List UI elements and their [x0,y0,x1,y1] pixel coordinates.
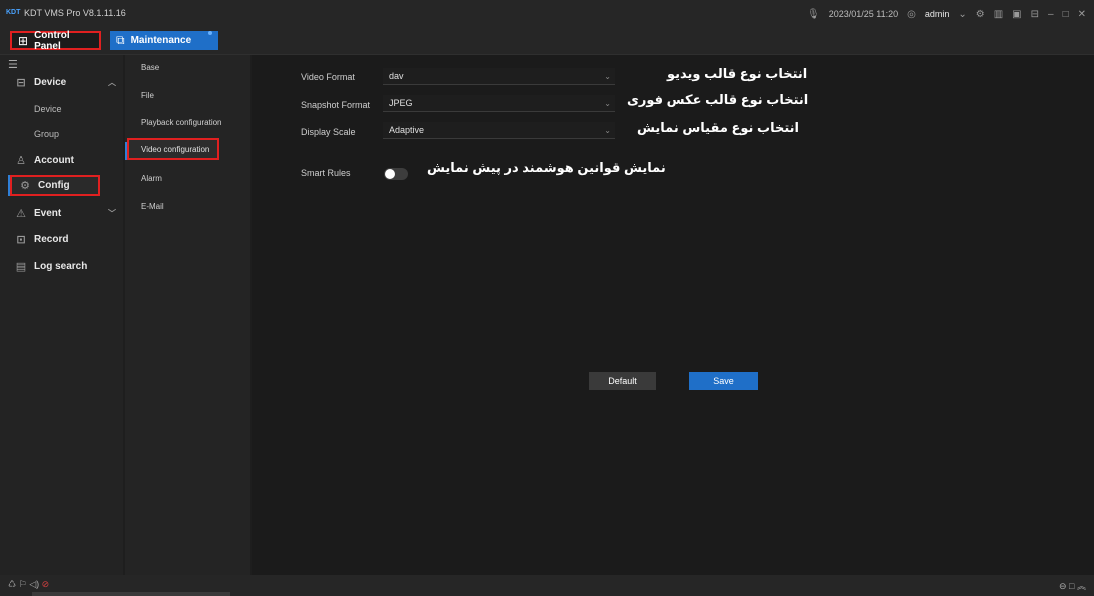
video-format-value: dav [389,71,404,81]
expand-icon[interactable]: ︽ [1077,581,1086,591]
snapshot-format-select[interactable]: JPEG ⌄ [383,95,615,112]
smart-rules-label: Smart Rules [301,168,351,178]
gear-icon: ⚙ [20,180,30,192]
settings-icon[interactable]: ⚙ [976,9,985,20]
smart-rules-toggle[interactable] [384,168,408,180]
toggle-knob [385,169,395,179]
sidebar-item-record-label: Record [34,233,69,245]
sidebar-item-account[interactable]: ♙ Account [8,150,120,170]
chevron-down-icon: ⌄ [604,98,611,108]
chevron-down-icon: ⌄ [604,71,611,81]
speaker-icon[interactable]: ◁) [29,579,39,589]
chart-icon[interactable]: ▥ [994,9,1003,20]
tab-maintenance[interactable]: ⧉ Maintenance [110,31,218,50]
snapshot-format-value: JPEG [389,98,413,108]
display-scale-value: Adaptive [389,125,425,135]
user-name[interactable]: admin [925,9,950,19]
submenu-item-video[interactable]: Video configuration [127,138,219,160]
log-icon: ▤ [15,260,27,273]
maximize-icon[interactable]: □ [1063,9,1069,20]
app-logo: KDT [6,9,21,16]
maintenance-icon: ⧉ [116,33,125,47]
app-title: KDT VMS Pro V8.1.11.16 [24,8,126,18]
recycle-icon[interactable]: ♺ [8,579,16,589]
collapse-menu-icon[interactable]: ☰ [8,58,18,71]
display-scale-label: Display Scale [301,127,356,137]
annotation-smart-rules: نمایش قوانین هوشمند در پیش نمایش [427,160,666,175]
snapshot-format-label: Snapshot Format [301,100,371,110]
account-icon: ♙ [16,154,26,167]
titlebar-controls: 🎙 2023/01/25 11:20 ◎ admin ⌄ ⚙ ▥ ▣ ⊟ – □… [807,5,1086,23]
grid-icon: ⊞ [18,33,29,48]
sidebar-item-group[interactable]: Group [8,124,120,144]
submenu-item-base[interactable]: Base [141,63,159,72]
mute-icon[interactable]: ⊘ [42,579,50,589]
submenu-item-alarm[interactable]: Alarm [141,174,162,183]
notification-dot [208,31,212,35]
tab-control-panel[interactable]: ⊞ Control Panel [10,29,101,52]
title-bar: KDT KDT VMS Pro V8.1.11.16 🎙 2023/01/25 … [0,0,1094,28]
microphone-icon[interactable]: 🎙 [807,9,820,20]
tab-maintenance-label: Maintenance [130,35,192,46]
screen-icon[interactable]: ▣ [1012,9,1021,20]
active-indicator [8,175,10,196]
lock-icon[interactable]: ⊟ [1031,9,1039,20]
record-icon: ⊡ [16,233,26,246]
submenu-item-file[interactable]: File [141,91,154,100]
video-format-select[interactable]: dav ⌄ [383,68,615,85]
submenu-item-playback[interactable]: Playback configuration [141,118,222,127]
sidebar-item-device[interactable]: ⊟ Device ︿ [8,72,120,92]
close-icon[interactable]: ✕ [1078,9,1086,20]
event-icon: ⚠ [16,207,26,220]
chevron-down-icon: ⌄ [604,125,611,135]
annotation-display-scale: انتخاب نوع مقیاس نمایش [637,120,799,135]
default-button[interactable]: Default [589,372,656,390]
tab-bar: ⊞ Control Panel ⧉ Maintenance [0,28,1094,55]
submenu-item-video-label: Video configuration [141,144,210,154]
annotation-video-format: انتخاب نوع قالب ویدیو [667,66,808,81]
sidebar-item-config[interactable]: ⚙ Config [10,175,100,196]
device-icon: ⊟ [16,76,26,89]
footer-right-icons: ⊖ □ ︽ [1059,579,1086,592]
sidebar-item-device-sub[interactable]: Device [8,99,120,119]
sidebar-item-log-search-label: Log search [34,260,88,272]
sidebar-item-device-sub-label: Device [34,104,62,114]
alarm-icon[interactable]: ⚐ [19,579,27,589]
taskbar-strip [32,592,230,596]
footer-left-icons: ♺ ⚐ ◁) ⊘ [8,579,49,590]
tab-control-panel-label: Control Panel [34,29,70,52]
chevron-down-icon[interactable]: ⌄ [958,9,966,20]
sidebar-item-account-label: Account [34,154,74,166]
sidebar-item-config-label: Config [38,180,70,191]
sidebar-item-log-search[interactable]: ▤ Log search [8,256,120,276]
sidebar-item-group-label: Group [34,129,60,139]
sidebar-item-event-label: Event [34,207,62,219]
user-avatar-icon: ◎ [907,8,916,20]
minimize-icon[interactable]: – [1048,9,1054,20]
annotation-snapshot-format: انتخاب نوع قالب عکس فوری [627,92,809,107]
video-format-label: Video Format [301,72,355,82]
submenu-item-email[interactable]: E-Mail [141,202,164,211]
export-icon[interactable]: ⊖ [1059,581,1067,591]
chevron-up-icon: ︿ [108,77,116,87]
chevron-down-icon: ﹀ [108,208,116,218]
sidebar-item-event[interactable]: ⚠ Event ﹀ [8,203,120,223]
display-scale-select[interactable]: Adaptive ⌄ [383,122,615,139]
datetime: 2023/01/25 11:20 [828,9,899,19]
config-submenu [125,55,250,575]
sidebar-item-record[interactable]: ⊡ Record [8,229,120,249]
window-icon[interactable]: □ [1069,581,1074,591]
save-button[interactable]: Save [689,372,758,390]
sidebar-item-device-label: Device [34,76,67,88]
